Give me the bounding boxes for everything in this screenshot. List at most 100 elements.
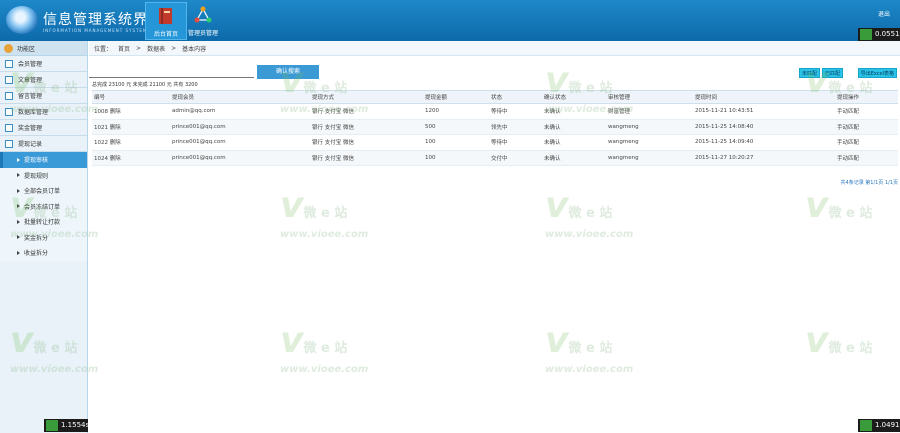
- app-header: 信息管理系统界面 INFORMATION MANAGEMENT SYSTEM U…: [0, 0, 900, 41]
- cell-method: 银行 支付宝 微信: [310, 134, 423, 151]
- cell-id[interactable]: 1008 删除: [92, 103, 170, 120]
- sidebar: 功能区 会员管理 文章管理 留言管理 数据库管理 奖金管理 提现记录 提现审核 …: [0, 41, 88, 433]
- cell-amount: 100: [423, 150, 489, 166]
- column-header: 提现操作: [835, 90, 898, 104]
- grid-icon: [5, 59, 13, 68]
- cell-id[interactable]: 1021 删除: [92, 119, 170, 135]
- column-header[interactable]: 编号: [92, 90, 170, 104]
- cell-reviewer: wangmeng: [606, 134, 693, 151]
- logo-icon: [6, 6, 38, 34]
- cell-id[interactable]: 1024 删除: [92, 150, 170, 166]
- submenu-item-label: 提现规则: [24, 172, 49, 180]
- cell-member: admin@qq.com: [170, 103, 310, 120]
- submenu-item-label: 批量转让打款: [24, 219, 61, 227]
- cell-action[interactable]: 手动匹配: [835, 119, 898, 135]
- app-subtitle: INFORMATION MANAGEMENT SYSTEM UI: [43, 28, 156, 33]
- timer-top-right: 0.0551s: [858, 28, 900, 41]
- column-header: 确认状态: [542, 90, 606, 104]
- submenu-item-label: 提现审核: [24, 157, 49, 165]
- table-row: 1021 删除 prince001@qq.com 银行 支付宝 微信 500 领…: [92, 119, 898, 135]
- cell-time: 2015-11-21 10:43:51: [693, 103, 835, 120]
- breadcrumb-sep: >: [136, 44, 142, 52]
- edit-icon: [5, 75, 13, 84]
- withdrawal-table: 编号 提现会员 提现方式 提现金额 状态 确认状态 审核管理 提现时间 提现操作…: [92, 90, 898, 166]
- filter-unmatched-button[interactable]: 未匹配: [798, 68, 820, 78]
- sidebar-item-database[interactable]: 数据库管理: [0, 104, 87, 120]
- nav-home[interactable]: 后台首页: [145, 2, 187, 40]
- sidebar-submenu: 提现审核 提现规则 全部会员订单 会员冻结订单 批量转让打款 奖金拆分 收益拆分: [0, 152, 87, 261]
- nav-admin-label: 管理员管理: [187, 30, 218, 37]
- submenu-item-rules[interactable]: 提现规则: [0, 168, 87, 184]
- submenu-item-label: 奖金拆分: [24, 234, 49, 242]
- column-header: 审核管理: [606, 90, 693, 104]
- cell-confirm: 未确认: [542, 150, 606, 166]
- submenu-item-batch-transfer[interactable]: 批量转让打款: [0, 214, 87, 230]
- logout-link[interactable]: 退出: [878, 9, 890, 18]
- column-header: 状态: [489, 90, 542, 104]
- breadcrumb-table[interactable]: 数据表: [147, 44, 165, 53]
- search-input[interactable]: [89, 64, 254, 78]
- timer-bottom-right: 1.0491s: [858, 419, 900, 432]
- search-button[interactable]: 确认搜索: [257, 65, 319, 79]
- breadcrumb-home[interactable]: 首页: [118, 44, 130, 53]
- cell-confirm: 未确认: [542, 134, 606, 151]
- cell-status: 等待中: [489, 103, 542, 120]
- breadcrumb-current: 基本内容: [182, 45, 207, 53]
- submenu-item-frozen-orders[interactable]: 会员冻结订单: [0, 199, 87, 215]
- cell-reviewer: wangmeng: [606, 150, 693, 166]
- arrow-right-icon: [17, 250, 20, 255]
- edit-icon: [5, 91, 13, 100]
- sidebar-item-label: 文章管理: [18, 77, 43, 84]
- sidebar-item-messages[interactable]: 留言管理: [0, 88, 87, 104]
- nav-home-label: 后台首页: [153, 31, 178, 38]
- sidebar-item-label: 数据库管理: [18, 109, 49, 116]
- sidebar-item-withdrawals[interactable]: 提现记录: [0, 136, 87, 152]
- cell-reviewer: wangmeng: [606, 119, 693, 135]
- pagination[interactable]: 共4条记录 第1/1页 1/1页: [841, 179, 898, 186]
- cell-member: prince001@qq.com: [170, 134, 310, 151]
- timer-bottom-left: 1.1554s: [44, 419, 89, 432]
- cell-action[interactable]: 手动匹配: [835, 103, 898, 120]
- arrow-right-icon: [17, 173, 20, 178]
- cell-amount: 100: [423, 134, 489, 151]
- cell-amount: 500: [423, 119, 489, 135]
- cell-method: 银行 支付宝 微信: [310, 150, 423, 166]
- cell-member: prince001@qq.com: [170, 119, 310, 135]
- cell-id[interactable]: 1022 删除: [92, 134, 170, 151]
- cell-confirm: 未确认: [542, 119, 606, 135]
- home-icon: [4, 43, 13, 53]
- cell-action[interactable]: 手动匹配: [835, 134, 898, 151]
- filter-matched-button[interactable]: 已匹配: [821, 68, 843, 78]
- arrow-right-icon: [17, 235, 20, 240]
- cell-amount: 1200: [423, 103, 489, 120]
- submenu-item-label: 全部会员订单: [24, 188, 61, 196]
- arrow-right-icon: [17, 157, 20, 162]
- submenu-item-all-orders[interactable]: 全部会员订单: [0, 183, 87, 199]
- nav-admin[interactable]: 管理员管理: [182, 2, 224, 40]
- summary-text: 总完成 23100 元 未完成 21100 元 共有 3200: [92, 82, 198, 88]
- sidebar-item-members[interactable]: 会员管理: [0, 56, 87, 72]
- arrow-right-icon: [17, 188, 20, 193]
- submenu-item-review[interactable]: 提现审核: [0, 152, 87, 168]
- grid-icon: [5, 107, 13, 116]
- cell-time: 2015-11-25 14:09:40: [693, 134, 835, 151]
- cell-time: 2015-11-27 10:20:27: [693, 150, 835, 166]
- column-header: 提现金额: [423, 90, 489, 104]
- grid-icon: [5, 139, 13, 148]
- cell-confirm: 未确认: [542, 103, 606, 120]
- table-row: 1008 删除 admin@qq.com 银行 支付宝 微信 1200 等待中 …: [92, 103, 898, 120]
- sidebar-item-label: 会员管理: [18, 61, 43, 68]
- cell-method: 银行 支付宝 微信: [310, 103, 423, 120]
- submenu-item-bonus-split[interactable]: 奖金拆分: [0, 230, 87, 246]
- sidebar-item-bonus[interactable]: 奖金管理: [0, 120, 87, 136]
- sidebar-header[interactable]: 功能区: [0, 41, 87, 56]
- cell-action[interactable]: 手动匹配: [835, 150, 898, 166]
- submenu-item-income-split[interactable]: 收益拆分: [0, 245, 87, 261]
- table-row: 1024 删除 prince001@qq.com 银行 支付宝 微信 100 交…: [92, 150, 898, 166]
- cell-status: 等待中: [489, 134, 542, 151]
- cell-time: 2015-11-25 14:08:40: [693, 119, 835, 135]
- sidebar-header-label: 功能区: [17, 45, 36, 53]
- table-row: 1022 删除 prince001@qq.com 银行 支付宝 微信 100 等…: [92, 134, 898, 151]
- export-excel-button[interactable]: 导出Excel表格: [857, 68, 897, 78]
- sidebar-item-articles[interactable]: 文章管理: [0, 72, 87, 88]
